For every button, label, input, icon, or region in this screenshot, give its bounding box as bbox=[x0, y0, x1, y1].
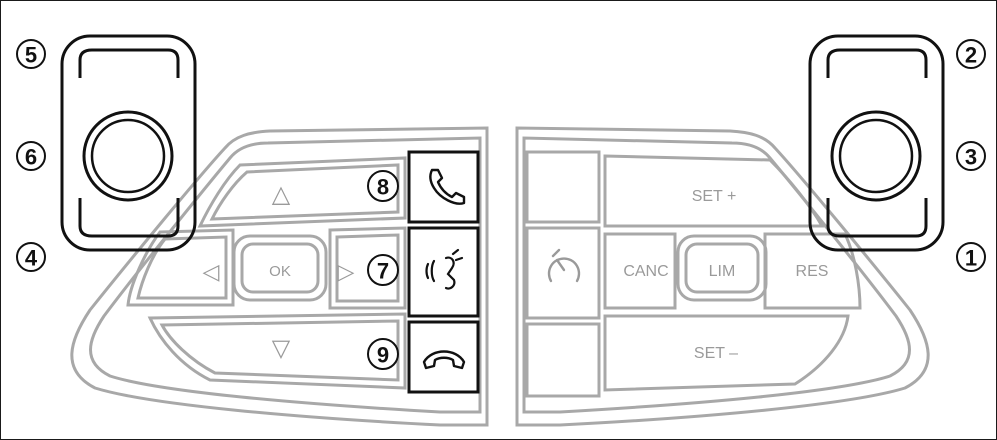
right-wheel-outer-frame bbox=[808, 34, 945, 252]
callout-3: 3 bbox=[965, 145, 977, 170]
set-minus-label: SET – bbox=[694, 345, 738, 362]
left-scroll-wheel[interactable] bbox=[82, 110, 174, 202]
speed-limiter-button[interactable] bbox=[525, 226, 601, 320]
set-plus-label: SET + bbox=[692, 188, 737, 205]
callout-9: 9 bbox=[377, 343, 389, 368]
callout-1: 1 bbox=[965, 246, 977, 271]
steering-controls-diagram: △ ▽ ◁ ▷ OK SET + SET – CANC LIM RES 5 6 … bbox=[16, 34, 986, 427]
ok-label: OK bbox=[269, 263, 291, 280]
voice-command-button[interactable] bbox=[407, 226, 480, 318]
left-arrow-glyph: ◁ bbox=[203, 259, 220, 284]
down-arrow-glyph: ▽ bbox=[272, 335, 291, 362]
phone-hangup-icon bbox=[422, 350, 466, 370]
left-wheel-outer-frame bbox=[60, 34, 197, 252]
phone-answer-button[interactable] bbox=[407, 150, 480, 224]
canc-label: CANC bbox=[623, 263, 668, 280]
right-scroll-wheel[interactable] bbox=[830, 110, 922, 202]
up-arrow-glyph: △ bbox=[272, 181, 291, 208]
right-bottom-small-button[interactable] bbox=[525, 322, 601, 398]
right-arrow-glyph: ▷ bbox=[338, 259, 355, 284]
speedometer-icon bbox=[547, 248, 581, 283]
res-label: RES bbox=[796, 263, 829, 280]
callout-4: 4 bbox=[25, 246, 38, 271]
callout-7: 7 bbox=[377, 259, 389, 284]
callout-6: 6 bbox=[25, 145, 37, 170]
callout-2: 2 bbox=[965, 43, 977, 68]
callout-8: 8 bbox=[377, 175, 389, 200]
voice-command-icon bbox=[425, 248, 464, 290]
lim-label: LIM bbox=[709, 263, 736, 280]
callout-markers: 5 6 4 2 3 1 8 7 9 bbox=[16, 39, 986, 370]
right-top-small-button[interactable] bbox=[525, 150, 601, 224]
phone-answer-icon bbox=[429, 168, 466, 205]
callout-5: 5 bbox=[25, 43, 37, 68]
